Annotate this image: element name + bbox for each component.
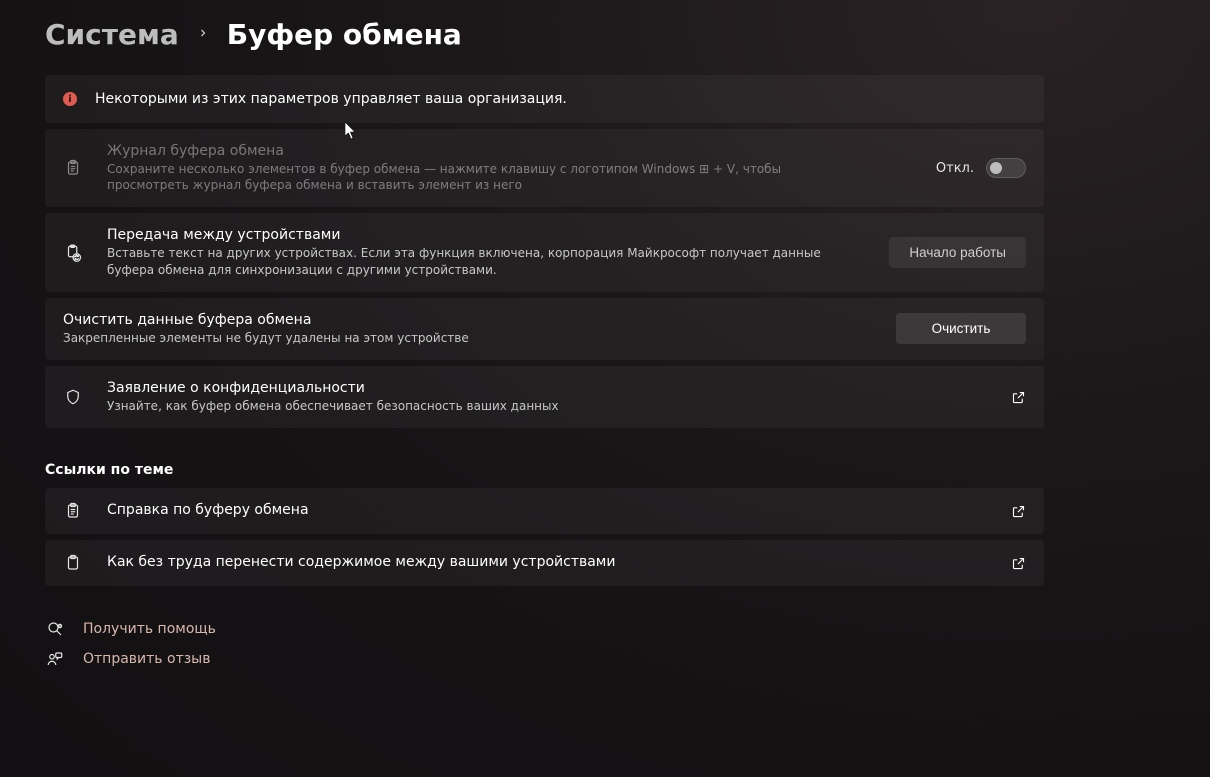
help-title: Справка по буферу обмена — [107, 502, 987, 518]
help-headset-icon — [45, 620, 65, 638]
sync-title: Передача между устройствами — [107, 227, 865, 243]
clear-title: Очистить данные буфера обмена — [63, 312, 872, 328]
card-help-clipboard[interactable]: Справка по буферу обмена — [45, 488, 1044, 534]
privacy-sub: Узнайте, как буфер обмена обеспечивает б… — [107, 398, 847, 414]
history-sub: Сохраните несколько элементов в буфер об… — [107, 161, 847, 193]
card-clipboard-history: Журнал буфера обмена Сохраните несколько… — [45, 129, 1044, 207]
transfer-title: Как без труда перенести содержимое между… — [107, 554, 987, 570]
history-toggle[interactable] — [986, 158, 1026, 178]
send-feedback-label: Отправить отзыв — [83, 651, 210, 667]
toggle-state-label: Откл. — [936, 161, 974, 176]
feedback-person-icon — [45, 650, 65, 668]
chevron-right-icon — [197, 27, 209, 43]
shield-icon — [63, 388, 83, 406]
banner-text: Некоторыми из этих параметров управляет … — [95, 91, 567, 107]
card-transfer-content[interactable]: Как без труда перенести содержимое между… — [45, 540, 1044, 586]
clear-sub: Закрепленные элементы не будут удалены н… — [63, 330, 803, 346]
org-managed-banner: i Некоторыми из этих параметров управляе… — [45, 75, 1044, 123]
clipboard-list-icon — [63, 502, 83, 520]
card-sync-devices: Передача между устройствами Вставьте тек… — [45, 213, 1044, 291]
breadcrumb: Система Буфер обмена — [45, 18, 1210, 51]
breadcrumb-current: Буфер обмена — [227, 18, 462, 51]
card-privacy-statement[interactable]: Заявление о конфиденциальности Узнайте, … — [45, 366, 1044, 428]
get-help-label: Получить помощь — [83, 621, 216, 637]
sync-start-button[interactable]: Начало работы — [889, 237, 1026, 268]
send-feedback-link[interactable]: Отправить отзыв — [45, 650, 1210, 668]
info-icon: i — [63, 92, 77, 106]
external-link-icon — [1011, 390, 1026, 405]
sync-sub: Вставьте текст на других устройствах. Ес… — [107, 245, 847, 277]
card-clear-clipboard: Очистить данные буфера обмена Закрепленн… — [45, 298, 1044, 360]
clipboard-list-icon — [63, 159, 83, 177]
related-heading: Ссылки по теме — [45, 462, 1210, 478]
external-link-icon — [1011, 504, 1026, 519]
history-title: Журнал буфера обмена — [107, 143, 912, 159]
clipboard-sync-icon — [63, 244, 83, 262]
external-link-icon — [1011, 556, 1026, 571]
clipboard-icon — [63, 554, 83, 572]
breadcrumb-parent[interactable]: Система — [45, 18, 179, 51]
clear-button[interactable]: Очистить — [896, 313, 1026, 344]
get-help-link[interactable]: Получить помощь — [45, 620, 1210, 638]
privacy-title: Заявление о конфиденциальности — [107, 380, 987, 396]
